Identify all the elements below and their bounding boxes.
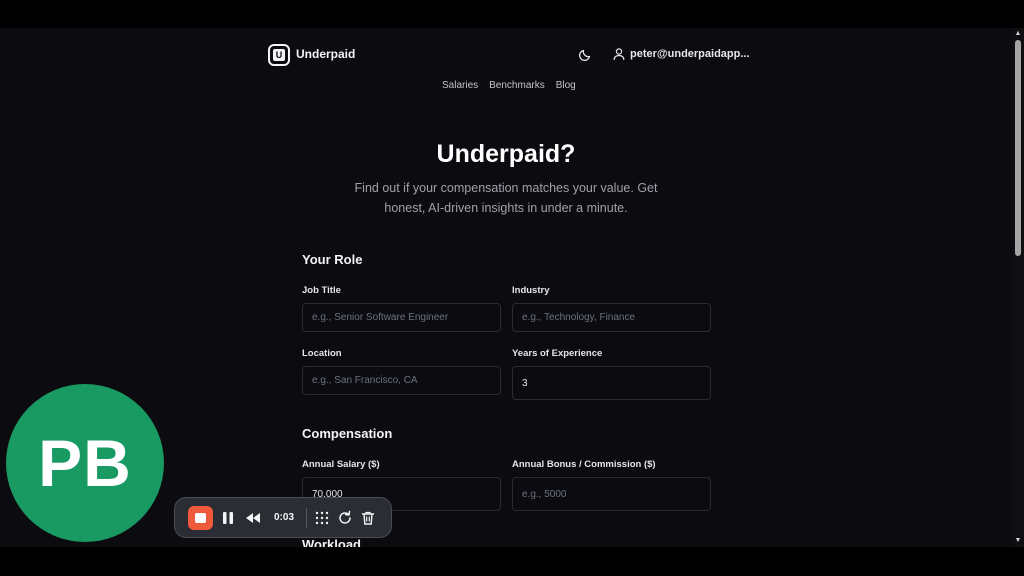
annual-bonus-input[interactable] bbox=[512, 477, 711, 511]
top-letterbox bbox=[0, 0, 1024, 28]
stop-recording-button[interactable] bbox=[188, 506, 213, 530]
section-title-compensation: Compensation bbox=[302, 426, 393, 441]
years-experience-label: Years of Experience bbox=[512, 348, 603, 359]
user-icon[interactable] bbox=[612, 47, 626, 61]
industry-input[interactable] bbox=[512, 303, 711, 332]
location-input[interactable] bbox=[302, 366, 501, 395]
annual-bonus-label: Annual Bonus / Commission ($) bbox=[512, 459, 656, 470]
nav-item-blog[interactable]: Blog bbox=[556, 80, 576, 91]
bottom-letterbox bbox=[0, 547, 1024, 576]
rewind-icon[interactable] bbox=[245, 510, 261, 526]
logo-icon[interactable]: U bbox=[268, 44, 290, 66]
years-experience-input[interactable] bbox=[512, 366, 711, 400]
location-label: Location bbox=[302, 348, 342, 359]
page-title: Underpaid? bbox=[436, 140, 576, 168]
moon-icon[interactable] bbox=[578, 46, 594, 62]
nav-item-benchmarks[interactable]: Benchmarks bbox=[489, 80, 545, 91]
grid-icon[interactable] bbox=[314, 510, 330, 526]
industry-label: Industry bbox=[512, 285, 550, 296]
section-title-your-role: Your Role bbox=[302, 252, 363, 267]
main-nav: Salaries Benchmarks Blog bbox=[442, 80, 576, 91]
pause-icon[interactable] bbox=[220, 510, 236, 526]
section-title-workload: Workload bbox=[302, 537, 361, 547]
job-title-label: Job Title bbox=[302, 285, 341, 296]
restart-icon[interactable] bbox=[337, 510, 353, 526]
logo-letter: U bbox=[273, 49, 285, 61]
toolbar-divider bbox=[306, 508, 307, 528]
job-title-input[interactable] bbox=[302, 303, 501, 332]
annual-salary-label: Annual Salary ($) bbox=[302, 459, 380, 470]
user-email[interactable]: peter@underpaidapp... bbox=[630, 48, 750, 60]
vertical-scrollbar[interactable]: ▲ ▼ bbox=[1012, 28, 1024, 547]
elapsed-time: 0:03 bbox=[274, 512, 295, 523]
trash-icon[interactable] bbox=[360, 510, 376, 526]
brand-name[interactable]: Underpaid bbox=[296, 47, 355, 61]
scroll-down-icon[interactable]: ▼ bbox=[1014, 537, 1022, 545]
presenter-avatar: PB bbox=[6, 384, 164, 542]
nav-item-salaries[interactable]: Salaries bbox=[442, 80, 478, 91]
scroll-thumb[interactable] bbox=[1015, 40, 1021, 256]
scroll-up-icon[interactable]: ▲ bbox=[1014, 30, 1022, 38]
recorder-toolbar: 0:03 bbox=[174, 497, 392, 538]
page-subtitle: Find out if your compensation matches yo… bbox=[354, 181, 658, 215]
